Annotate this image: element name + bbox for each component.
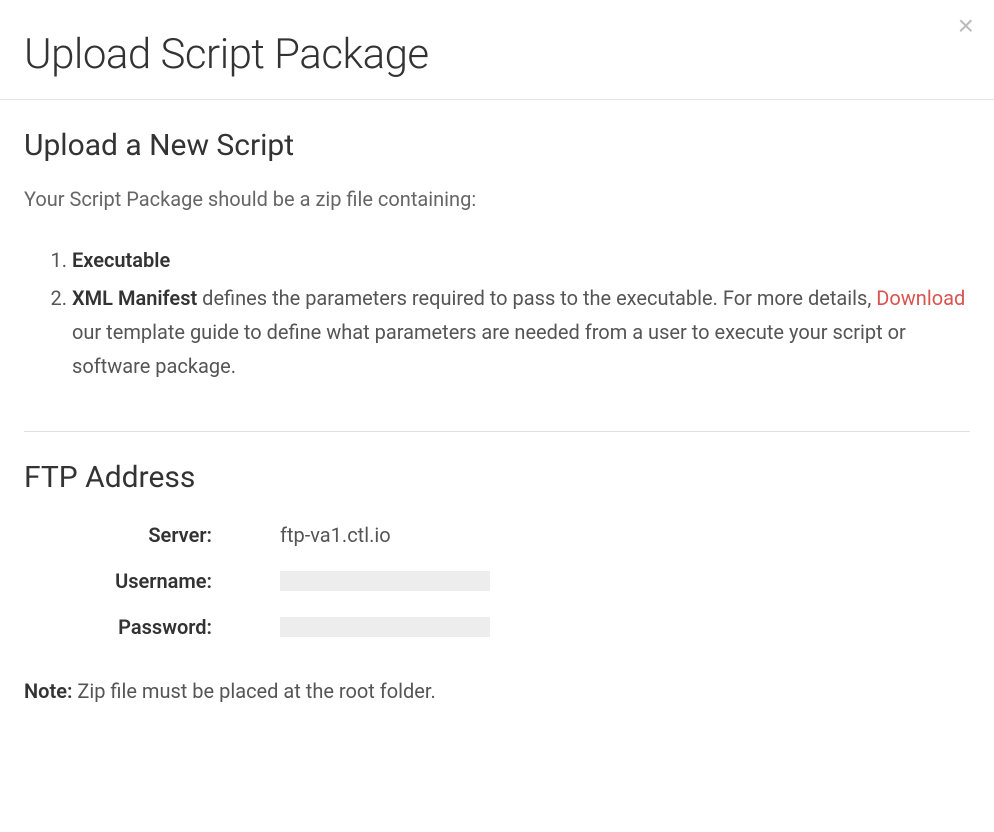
close-button[interactable]: × bbox=[958, 12, 974, 40]
ftp-username-row: Username: bbox=[24, 569, 970, 593]
executable-label: Executable bbox=[72, 248, 170, 272]
divider bbox=[24, 431, 970, 432]
page-title: Upload Script Package bbox=[24, 30, 970, 79]
note-text: Note: Zip file must be placed at the roo… bbox=[24, 679, 970, 703]
modal-body: Upload a New Script Your Script Package … bbox=[0, 100, 994, 731]
ftp-server-label: Server: bbox=[24, 523, 244, 547]
upload-section-title: Upload a New Script bbox=[24, 128, 970, 163]
ftp-section-title: FTP Address bbox=[24, 460, 970, 495]
xml-manifest-desc-after: our template guide to define what parame… bbox=[72, 320, 906, 378]
ftp-server-value: ftp-va1.ctl.io bbox=[280, 523, 391, 547]
ftp-password-label: Password: bbox=[24, 615, 244, 639]
download-link[interactable]: Download bbox=[876, 286, 965, 310]
xml-manifest-desc-before: defines the parameters required to pass … bbox=[197, 286, 876, 310]
note-label: Note: bbox=[24, 679, 72, 703]
ftp-server-row: Server: ftp-va1.ctl.io bbox=[24, 523, 970, 547]
ftp-username-label: Username: bbox=[24, 569, 244, 593]
modal-header: Upload Script Package × bbox=[0, 0, 994, 100]
list-item: XML Manifest defines the parameters requ… bbox=[72, 281, 970, 383]
ftp-username-value bbox=[280, 571, 490, 591]
note-body: Zip file must be placed at the root fold… bbox=[72, 679, 435, 703]
requirements-list: Executable XML Manifest defines the para… bbox=[24, 243, 970, 383]
list-item: Executable bbox=[72, 243, 970, 277]
xml-manifest-label: XML Manifest bbox=[72, 286, 197, 310]
ftp-password-value bbox=[280, 617, 490, 637]
ftp-password-row: Password: bbox=[24, 615, 970, 639]
upload-intro-text: Your Script Package should be a zip file… bbox=[24, 187, 970, 211]
